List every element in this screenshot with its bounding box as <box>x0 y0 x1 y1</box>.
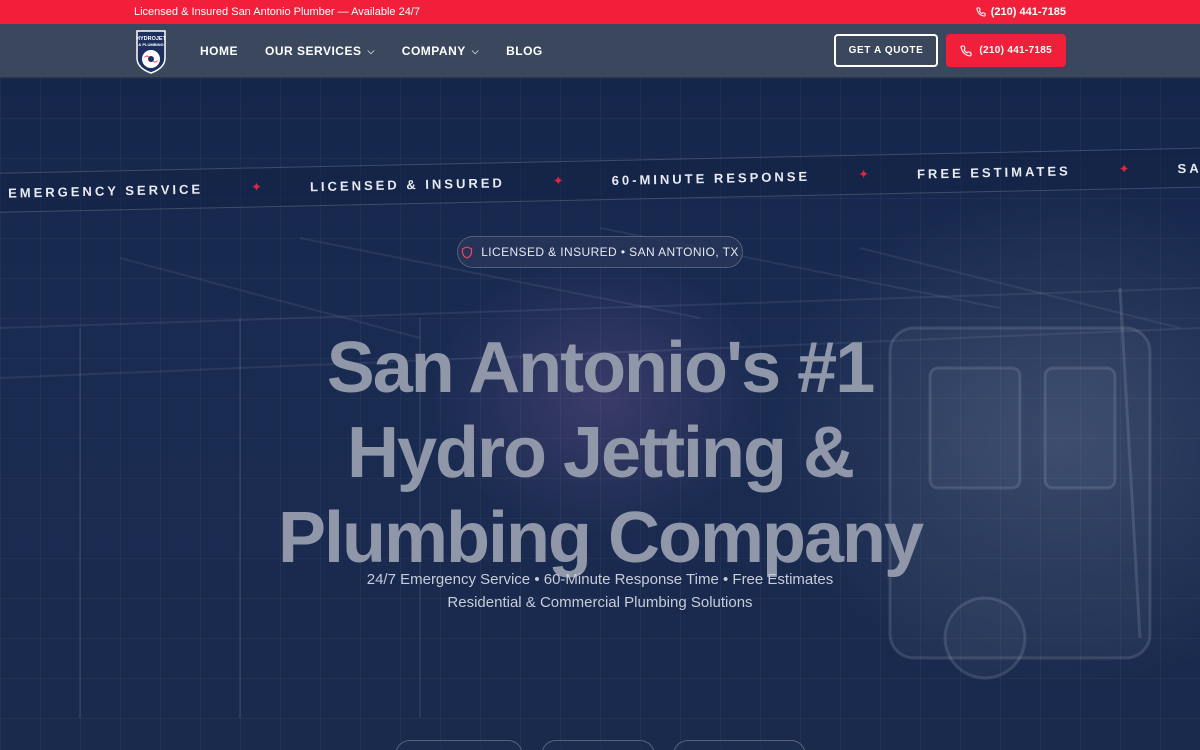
topbar-tagline: Licensed & Insured San Antonio Plumber —… <box>134 6 420 18</box>
ticker-item: FREE ESTIMATES <box>916 162 1071 182</box>
headline-line-2: Hydro Jetting & <box>346 413 855 493</box>
sparkle-icon: ✦ <box>857 166 870 182</box>
svg-text:& PLUMBING: & PLUMBING <box>138 42 163 47</box>
call-button-label: (210) 441-7185 <box>979 45 1052 56</box>
headline-line-1: San Antonio's #1 <box>326 328 876 408</box>
shield-icon <box>462 245 473 259</box>
nav-company[interactable]: COMPANY ⌵ <box>402 44 479 58</box>
subheadline-line-1: 24/7 Emergency Service • 60-Minute Respo… <box>366 571 834 588</box>
phone-icon <box>976 7 986 17</box>
nav-blog-label: BLOG <box>506 43 543 58</box>
nav-home-label: HOME <box>200 43 238 58</box>
phone-icon <box>960 44 972 56</box>
get-a-quote-button[interactable]: GET A QUOTE <box>833 34 939 67</box>
header-actions: GET A QUOTE (210) 441-7185 <box>833 34 1066 67</box>
chevron-down-icon: ⌵ <box>367 46 375 56</box>
topbar-phone-number: (210) 441-7185 <box>990 6 1066 18</box>
nav-our-services-label: OUR SERVICES <box>265 43 362 58</box>
nav-home[interactable]: HOME <box>200 44 238 58</box>
ticker-item: SAN ANTONIO <box>1177 158 1200 176</box>
hero-cta-row <box>0 740 1200 750</box>
cta-button[interactable] <box>541 740 655 750</box>
cta-button[interactable] <box>673 740 806 750</box>
nav-our-services[interactable]: OUR SERVICES ⌵ <box>265 44 375 58</box>
main-nav: HOME OUR SERVICES ⌵ COMPANY ⌵ BLOG <box>200 44 570 58</box>
hero-subheadline: 24/7 Emergency Service • 60-Minute Respo… <box>200 568 1000 614</box>
subheadline-line-2: Residential & Commercial Plumbing Soluti… <box>447 594 753 611</box>
ticker-item: EMERGENCY SERVICE <box>7 181 204 201</box>
licensed-badge: LICENSED & INSURED • SAN ANTONIO, TX <box>457 236 743 268</box>
sparkle-icon: ✦ <box>552 172 564 189</box>
site-header: HYDROJET & PLUMBING HOME OUR SERVICES ⌵ C… <box>0 24 1200 78</box>
hero-headline: San Antonio's #1 Hydro Jetting & Plumbin… <box>200 326 1000 581</box>
cta-button[interactable] <box>395 740 523 750</box>
call-button[interactable]: (210) 441-7185 <box>946 34 1066 67</box>
hero-section: EMERGENCY SERVICE ✦ LICENSED & INSURED ✦… <box>0 78 1200 750</box>
brand-logo[interactable]: HYDROJET & PLUMBING <box>134 28 168 74</box>
sparkle-icon: ✦ <box>250 179 263 195</box>
ticker-item: LICENSED & INSURED <box>309 174 505 194</box>
nav-company-label: COMPANY <box>401 43 466 58</box>
top-announcement-bar: Licensed & Insured San Antonio Plumber —… <box>0 0 1200 24</box>
shield-logo-icon: HYDROJET & PLUMBING <box>136 29 167 74</box>
chevron-down-icon: ⌵ <box>471 46 480 56</box>
ticker-item: 60-MINUTE RESPONSE <box>611 168 811 188</box>
sparkle-icon: ✦ <box>1118 161 1130 177</box>
badge-text: LICENSED & INSURED • SAN ANTONIO, TX <box>481 245 739 259</box>
topbar-phone-link[interactable]: (210) 441-7185 <box>976 6 1066 18</box>
nav-blog[interactable]: BLOG <box>506 44 543 58</box>
